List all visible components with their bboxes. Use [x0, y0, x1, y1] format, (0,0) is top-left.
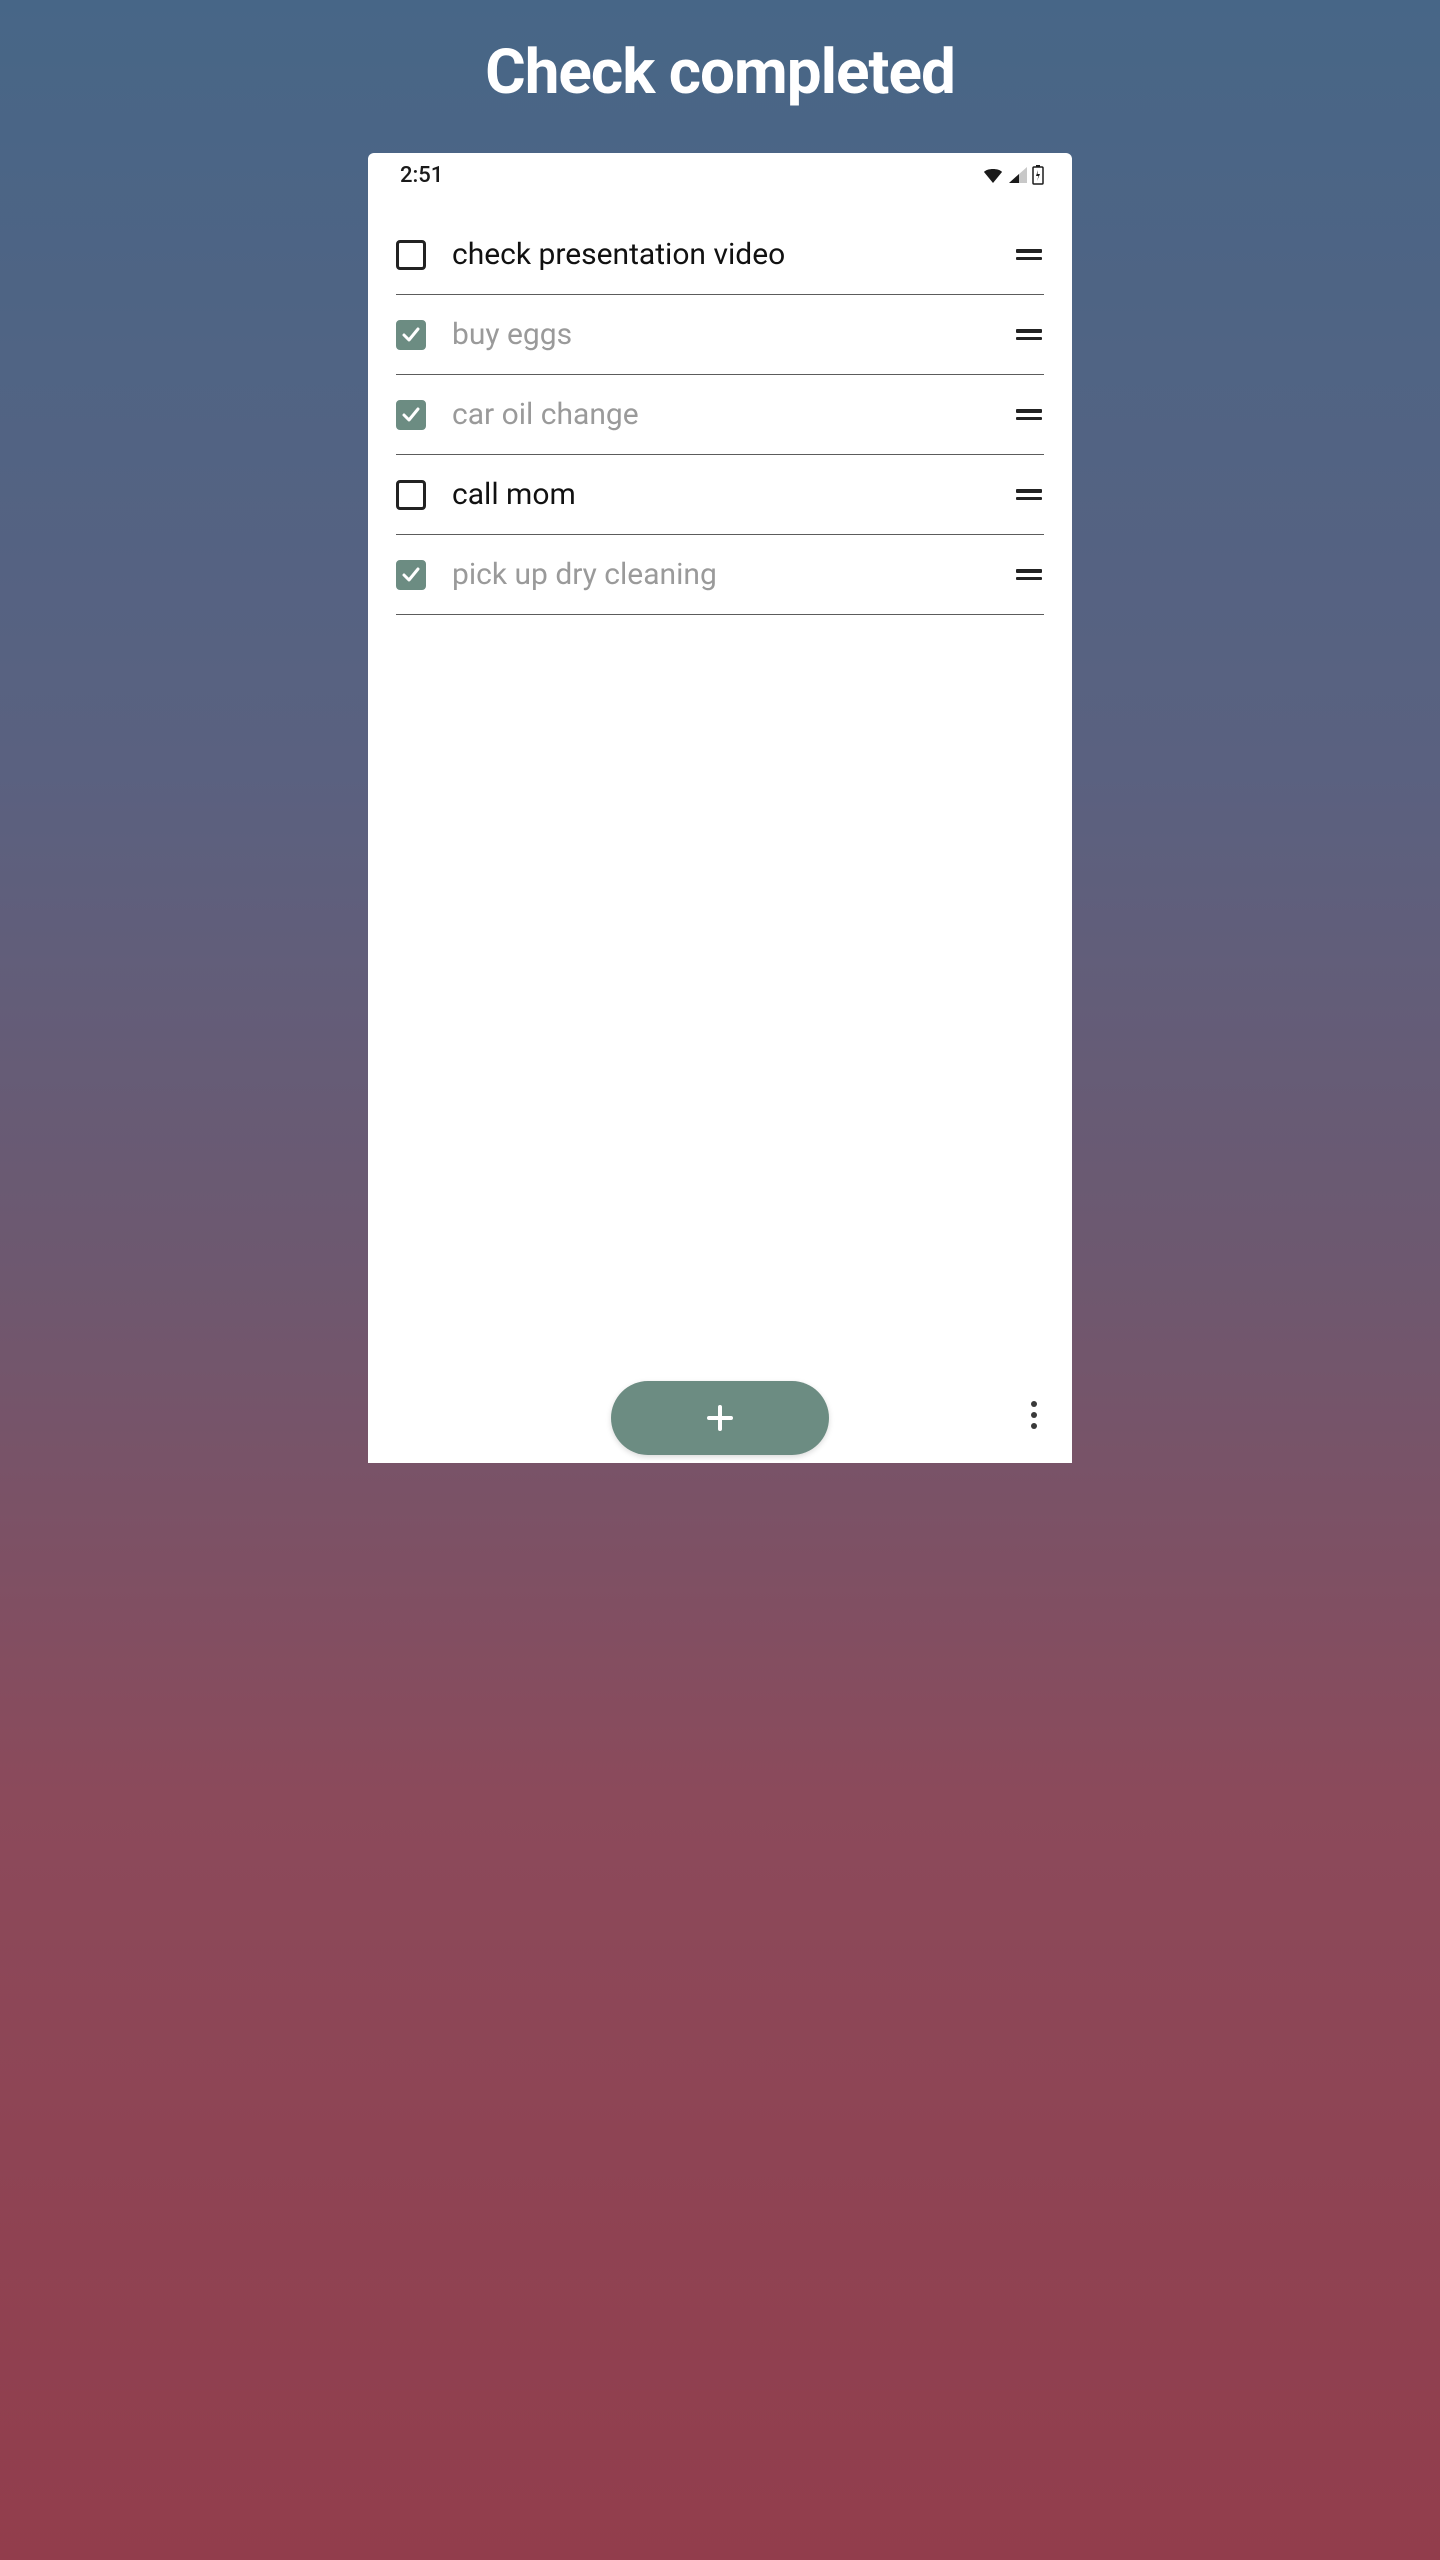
wifi-icon [982, 166, 1004, 184]
checkbox[interactable] [396, 320, 426, 350]
dot-icon [1031, 1412, 1037, 1418]
drag-handle-icon[interactable] [1014, 489, 1044, 500]
overflow-menu-button[interactable] [1020, 1395, 1048, 1435]
checkbox[interactable] [396, 240, 426, 270]
bottom-bar [368, 1373, 1072, 1463]
drag-handle-icon[interactable] [1014, 409, 1044, 420]
dot-icon [1031, 1423, 1037, 1429]
drag-handle-icon[interactable] [1014, 569, 1044, 580]
task-label: check presentation video [452, 237, 1014, 272]
task-row[interactable]: call mom [396, 455, 1044, 535]
task-label: call mom [452, 477, 1014, 512]
task-row[interactable]: car oil change [396, 375, 1044, 455]
battery-icon [1032, 165, 1044, 185]
task-label: buy eggs [452, 317, 1014, 352]
task-row[interactable]: pick up dry cleaning [396, 535, 1044, 615]
add-task-button[interactable] [611, 1381, 829, 1455]
checkbox[interactable] [396, 560, 426, 590]
task-row[interactable]: buy eggs [396, 295, 1044, 375]
task-label: car oil change [452, 397, 1014, 432]
status-icons [982, 165, 1044, 185]
task-row[interactable]: check presentation video [396, 215, 1044, 295]
checkbox[interactable] [396, 400, 426, 430]
drag-handle-icon[interactable] [1014, 329, 1044, 340]
drag-handle-icon[interactable] [1014, 249, 1044, 260]
checkbox[interactable] [396, 480, 426, 510]
task-label: pick up dry cleaning [452, 557, 1014, 592]
status-bar: 2:51 [368, 153, 1072, 197]
dot-icon [1031, 1401, 1037, 1407]
task-list: check presentation video buy eggs car oi… [368, 197, 1072, 1463]
phone-frame: 2:51 check presentation video bu [368, 153, 1072, 1463]
cellular-icon [1008, 166, 1028, 184]
plus-icon [703, 1401, 737, 1435]
status-time: 2:51 [400, 163, 443, 188]
page-title: Check completed [485, 36, 955, 109]
